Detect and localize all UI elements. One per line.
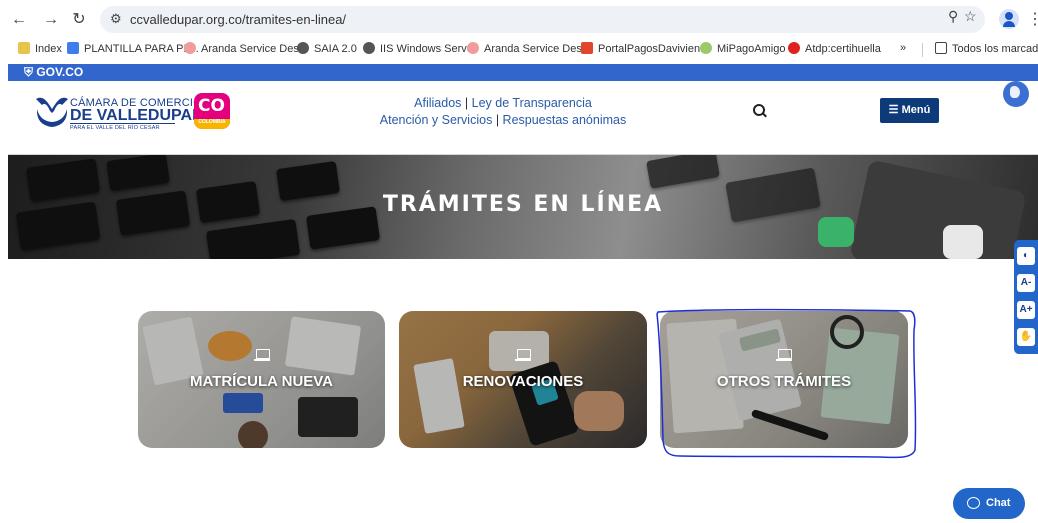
opera-icon — [788, 42, 800, 54]
laptop-icon — [515, 349, 531, 361]
bookmarks-bar: Index PLANTILLA PARA PL... Aranda Servic… — [0, 38, 1038, 62]
divider — [922, 43, 923, 57]
bookmark-label: Index — [35, 43, 62, 55]
bookmark-label: MiPagoAmigo — [717, 43, 786, 55]
header-nav-links: Afiliados | Ley de Transparencia Atenció… — [378, 95, 628, 129]
font-decrease-button[interactable]: A- — [1017, 274, 1035, 292]
accessibility-toolbar: ◐ A- A+ ✋ — [1014, 240, 1038, 354]
co-badge-text: CO — [198, 96, 225, 116]
bookmarks-overflow[interactable]: » — [900, 42, 906, 54]
contrast-icon[interactable]: ◐ — [1017, 247, 1035, 265]
separator: | — [495, 113, 500, 127]
app-icon-graphic — [818, 217, 854, 247]
folder-icon — [935, 42, 947, 54]
globe-icon — [363, 42, 375, 54]
govco-label: GOV.CO — [36, 65, 84, 79]
card-label: RENOVACIONES — [462, 373, 584, 390]
site-header: CÁMARA DE COMERCIO DE VALLEDUPAR PARA EL… — [8, 81, 1038, 155]
language-globe-icon[interactable] — [1003, 81, 1029, 107]
index-icon — [18, 42, 30, 54]
bookmark-davivienda[interactable]: PortalPagosDavivien... — [581, 42, 709, 55]
bookmark-label: IIS Windows Server — [380, 43, 477, 55]
laptop-icon — [253, 349, 270, 361]
govco-logo[interactable]: ⛨ GOV.CO — [24, 65, 83, 80]
house-icon — [581, 42, 593, 54]
bookmark-aranda-1[interactable]: Aranda Service Des... — [184, 42, 308, 55]
bookmark-label: PLANTILLA PARA PL... — [84, 43, 199, 55]
divider — [70, 123, 175, 124]
site-settings-icon[interactable]: ⚙ — [110, 11, 122, 27]
link-afiliados[interactable]: Afiliados — [414, 96, 461, 110]
keyboard-key-graphic — [106, 155, 170, 192]
back-arrow-icon[interactable]: ← — [8, 9, 30, 31]
bookmark-label: SAIA 2.0 — [314, 43, 357, 55]
sign-language-icon[interactable]: ✋ — [1017, 328, 1035, 346]
separator: | — [464, 96, 469, 110]
docs-icon — [67, 42, 79, 54]
url-text: ccvalledupar.org.co/tramites-en-linea/ — [130, 12, 347, 27]
bookmark-label: PortalPagosDavivien... — [598, 43, 710, 55]
menu-label: Menú — [901, 104, 931, 116]
browser-toolbar: ← → ↻ ⚙ ccvalledupar.org.co/tramites-en-… — [0, 0, 1038, 38]
chat-button[interactable]: Chat — [953, 488, 1025, 519]
forward-arrow-icon[interactable]: → — [40, 9, 62, 31]
bookmark-star-icon[interactable]: ☆ — [964, 8, 977, 25]
card-label: MATRÍCULA NUEVA — [189, 373, 334, 390]
bookmark-aranda-2[interactable]: Aranda Service Des... — [467, 42, 591, 55]
chat-label: Chat — [986, 497, 1011, 509]
card-otros-tramites[interactable]: OTROS TRÁMITES — [660, 311, 908, 448]
font-increase-button[interactable]: A+ — [1017, 301, 1035, 319]
app-icon-graphic — [943, 225, 983, 259]
page-title: TRÁMITES EN LÍNEA — [382, 192, 664, 217]
colombia-co-logo: CO COLOMBIA — [194, 93, 230, 129]
link-respuestas[interactable]: Respuestas anónimas — [503, 113, 627, 127]
profile-avatar-icon[interactable] — [999, 9, 1019, 29]
menu-button[interactable]: ☰ Menú — [880, 98, 939, 123]
aranda-icon — [184, 42, 196, 54]
co-badge-subtext: COLOMBIA — [198, 119, 226, 125]
bookmark-label: Todos los marcadores — [952, 43, 1038, 55]
keyboard-key-graphic — [646, 155, 720, 189]
bookmark-label: Atdp:certihuella — [805, 43, 881, 55]
search-icon[interactable] — [752, 103, 768, 119]
chamber-logo-icon[interactable] — [32, 91, 72, 131]
link-transparencia[interactable]: Ley de Transparencia — [472, 96, 592, 110]
bookmark-atdp[interactable]: Atdp:certihuella — [788, 42, 881, 55]
zoom-icon[interactable]: ⚲ — [948, 8, 958, 25]
bookmark-saia[interactable]: SAIA 2.0 — [297, 42, 357, 55]
chat-bubble-icon — [967, 497, 980, 509]
laptop-icon — [776, 349, 792, 361]
bookmark-mipagoamigo[interactable]: MiPagoAmigo — [700, 42, 785, 55]
keyboard-key-graphic — [205, 218, 301, 259]
all-bookmarks[interactable]: Todos los marcadores — [935, 42, 1038, 55]
reload-icon[interactable]: ↻ — [68, 9, 90, 31]
hero-banner: TRÁMITES EN LÍNEA — [8, 155, 1038, 259]
bookmark-index[interactable]: Index — [18, 42, 62, 55]
dots-icon — [700, 42, 712, 54]
browser-menu-icon[interactable]: ⋮ — [1027, 9, 1038, 29]
bookmark-plantilla[interactable]: PLANTILLA PARA PL... — [67, 42, 199, 55]
bookmark-iis[interactable]: IIS Windows Server — [363, 42, 477, 55]
card-matricula-nueva[interactable]: MATRÍCULA NUEVA — [138, 311, 385, 448]
brand-line-3: PARA EL VALLE DEL RÍO CESAR — [70, 125, 160, 131]
aranda-icon — [467, 42, 479, 54]
card-renovaciones[interactable]: RENOVACIONES — [399, 311, 647, 448]
bookmark-label: Aranda Service Des... — [201, 43, 308, 55]
link-atencion[interactable]: Atención y Servicios — [380, 113, 493, 127]
card-label: OTROS TRÁMITES — [716, 373, 852, 390]
govco-bar: ⛨ GOV.CO — [8, 64, 1038, 81]
address-bar[interactable]: ⚙ ccvalledupar.org.co/tramites-en-linea/ — [100, 6, 985, 33]
globe-icon — [297, 42, 309, 54]
bookmark-label: Aranda Service Des... — [484, 43, 591, 55]
